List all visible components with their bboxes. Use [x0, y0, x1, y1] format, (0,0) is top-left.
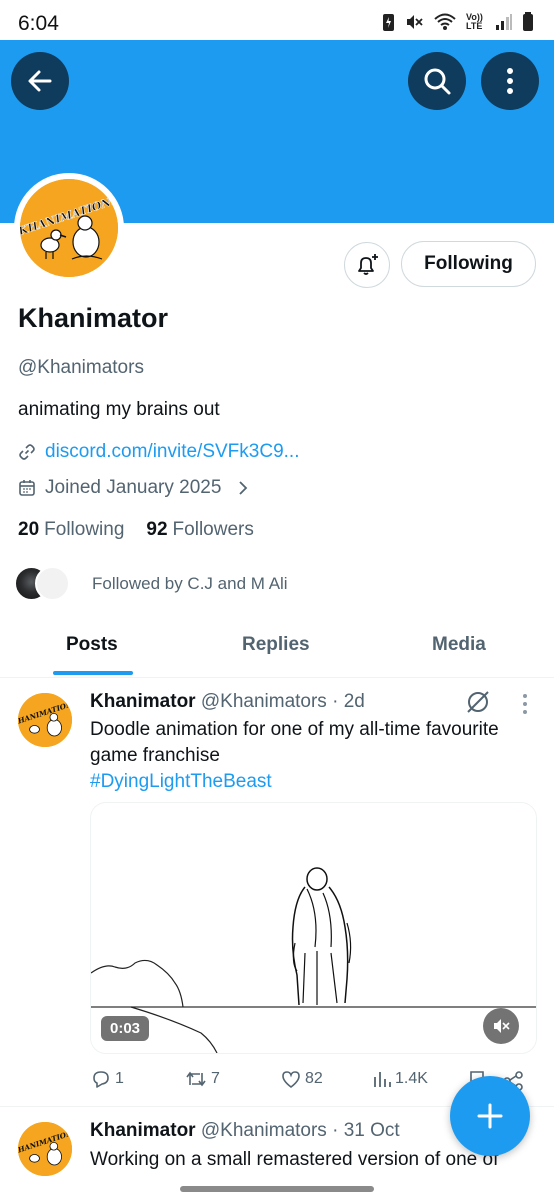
search-icon — [424, 68, 451, 95]
following-button[interactable]: Following — [401, 241, 536, 287]
tab-posts[interactable]: Posts — [66, 634, 118, 656]
post-header: Khanimator @Khanimators · 31 Oct — [90, 1120, 400, 1142]
back-arrow-icon — [28, 70, 52, 92]
profile-name: Khanimator — [18, 303, 169, 333]
calendar-icon — [19, 480, 35, 496]
battery-icon — [523, 12, 533, 31]
profile-link[interactable]: discord.com/invite/SVFk3C9... — [45, 441, 299, 463]
chevron-right-icon — [239, 481, 248, 495]
post-video[interactable]: 0:03 — [90, 802, 537, 1054]
status-bar: 6:04 Vo)) LTE — [0, 0, 554, 40]
post-text: Working on a small remastered version of… — [90, 1147, 535, 1173]
followers-label: Followers — [172, 519, 254, 540]
follower-avatar — [35, 566, 70, 601]
profile-handle: @Khanimators — [18, 357, 144, 378]
status-time: 6:04 — [18, 12, 59, 35]
views-icon — [374, 1072, 391, 1087]
more-vertical-icon — [507, 68, 513, 94]
reply-action[interactable]: 1 — [90, 1068, 124, 1090]
mute-status-icon — [407, 15, 423, 29]
repost-count: 7 — [211, 1070, 220, 1087]
network-type-label: Vo)) LTE — [466, 12, 483, 31]
wifi-icon — [434, 13, 456, 30]
gesture-bar[interactable] — [180, 1186, 374, 1192]
following-label: Following — [44, 519, 125, 540]
following-count-link[interactable]: 20 Following — [18, 519, 124, 541]
like-icon — [282, 1071, 300, 1089]
post-body: Working on a small remastered version of… — [90, 1149, 499, 1170]
compose-button[interactable] — [450, 1076, 530, 1156]
mute-icon — [494, 1019, 510, 1033]
profile-avatar-frame[interactable]: KHANIMATIONS — [14, 173, 124, 283]
notify-button[interactable] — [344, 242, 390, 288]
post-meta: @Khanimators · 31 Oct — [200, 1120, 400, 1141]
followers-count-link[interactable]: 92 Followers — [146, 519, 253, 541]
grok-icon[interactable] — [465, 689, 491, 715]
avatar-logo: KHANIMATIONS — [20, 179, 118, 277]
search-button[interactable] — [408, 52, 466, 110]
reply-count: 1 — [115, 1070, 124, 1087]
followed-by-text: Followed by C.J and M Ali — [92, 573, 288, 593]
tab-replies[interactable]: Replies — [242, 634, 310, 656]
tab-media[interactable]: Media — [432, 634, 486, 656]
link-icon — [19, 444, 35, 460]
active-tab-indicator — [53, 671, 133, 675]
battery-saver-icon — [383, 14, 394, 31]
following-count: 20 — [18, 519, 40, 540]
video-timecode: 0:03 — [101, 1016, 150, 1041]
views-count: 1.4K — [395, 1070, 428, 1087]
post-author[interactable]: Khanimator — [90, 1120, 196, 1141]
post-avatar[interactable]: KHANIMATIONS — [18, 1122, 72, 1176]
views-action[interactable]: 1.4K — [372, 1068, 428, 1090]
mute-button[interactable] — [483, 1008, 519, 1044]
avatar-logo: KHANIMATIONS — [18, 693, 72, 747]
plus-icon — [477, 1103, 503, 1129]
post-body: Doodle animation for one of my all-time … — [90, 719, 499, 766]
post-text: Doodle animation for one of my all-time … — [90, 717, 535, 795]
followers-count: 92 — [146, 519, 168, 540]
like-action[interactable]: 82 — [280, 1068, 323, 1090]
follow-counts: 20 Following 92 Followers — [18, 519, 254, 541]
status-icons: Vo)) LTE — [382, 12, 534, 32]
avatar: KHANIMATIONS — [20, 179, 118, 277]
avatar-logo: KHANIMATIONS — [18, 1122, 72, 1176]
joined-date: Joined January 2025 — [45, 477, 222, 498]
repost-action[interactable]: 7 — [184, 1068, 220, 1090]
post-meta: @Khanimators · 2d — [200, 691, 365, 712]
post-header: Khanimator @Khanimators · 2d — [90, 691, 365, 713]
back-button[interactable] — [11, 52, 69, 110]
reply-icon — [93, 1071, 109, 1088]
repost-icon — [186, 1071, 206, 1087]
post-author[interactable]: Khanimator — [90, 691, 196, 712]
bell-plus-icon — [358, 254, 378, 275]
post-avatar[interactable]: KHANIMATIONS — [18, 693, 72, 747]
joined-row[interactable]: Joined January 2025 — [18, 477, 250, 499]
video-frame — [91, 867, 536, 1053]
profile-link-row: discord.com/invite/SVFk3C9... — [18, 441, 299, 463]
post-hashtag[interactable]: #DyingLightTheBeast — [90, 771, 272, 792]
signal-icon — [496, 14, 512, 30]
more-options-button[interactable] — [481, 52, 539, 110]
followed-by-row[interactable]: Followed by C.J and M Ali — [14, 566, 288, 601]
like-count: 82 — [305, 1070, 323, 1087]
profile-tabs: Posts Replies Media — [0, 614, 554, 678]
profile-bio: animating my brains out — [18, 399, 220, 420]
post-more-icon[interactable] — [521, 693, 529, 715]
